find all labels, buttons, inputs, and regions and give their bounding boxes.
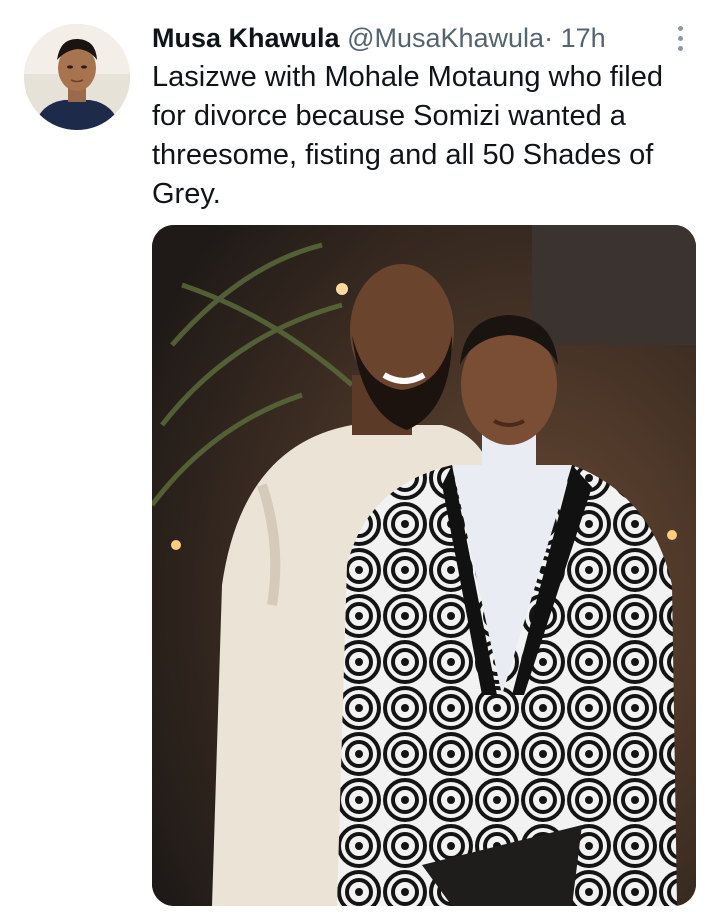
tweet-text: Lasizwe with Mohale Motaung who filed fo… — [152, 61, 663, 210]
separator-dot: · — [544, 23, 554, 53]
tweet-timestamp[interactable]: 17h — [561, 23, 606, 53]
tweet-card[interactable]: Musa Khawula @MusaKhawula· 17h Lasizwe w… — [0, 0, 720, 916]
author-name[interactable]: Musa Khawula — [152, 23, 340, 53]
tweet-photo[interactable] — [152, 225, 696, 906]
author-handle[interactable]: @MusaKhawula — [347, 23, 544, 53]
more-vertical-icon[interactable] — [668, 22, 692, 54]
author-avatar[interactable] — [24, 24, 130, 130]
tweet-header: Musa Khawula @MusaKhawula· 17h — [152, 20, 672, 56]
